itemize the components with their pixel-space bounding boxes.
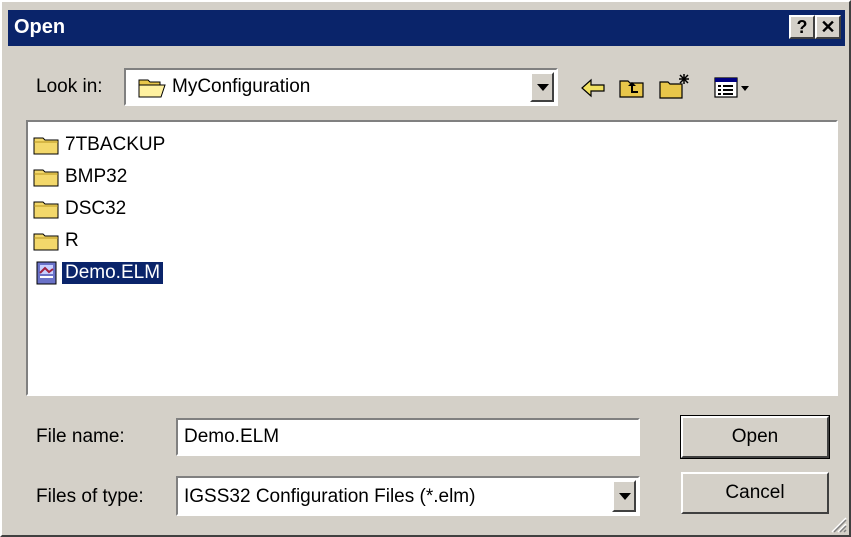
look-in-combobox[interactable]: MyConfiguration xyxy=(124,68,558,106)
list-item-label: BMP32 xyxy=(65,166,128,187)
title-bar[interactable]: Open ? ✕ xyxy=(8,10,845,46)
cancel-button[interactable]: Cancel xyxy=(681,472,829,514)
look-in-label: Look in: xyxy=(36,76,103,97)
folder-icon xyxy=(33,201,59,219)
elm-file-icon xyxy=(36,261,57,285)
list-item-label: 7TBACKUP xyxy=(65,134,166,155)
file-type-value: IGSS32 Configuration Files (*.elm) xyxy=(184,486,476,507)
file-list[interactable]: 7TBACKUP BMP32 DSC32 R Demo.ELM xyxy=(26,120,838,396)
look-in-value: MyConfiguration xyxy=(172,76,311,97)
close-button[interactable]: ✕ xyxy=(815,15,841,39)
file-type-dropdown-button[interactable] xyxy=(612,480,636,512)
open-dialog: Open ? ✕ Look in: MyConfiguration 7TBACK… xyxy=(0,0,851,537)
folder-icon xyxy=(33,169,59,187)
file-name-label: File name: xyxy=(36,426,125,447)
resize-grip-icon[interactable] xyxy=(829,515,847,533)
file-name-value: Demo.ELM xyxy=(184,426,280,447)
list-item[interactable]: BMP32 xyxy=(32,162,130,192)
file-type-label: Files of type: xyxy=(36,486,144,507)
back-arrow-icon[interactable] xyxy=(580,78,606,98)
folder-open-icon xyxy=(138,79,166,98)
window-title: Open xyxy=(14,16,66,38)
view-menu-icon[interactable] xyxy=(714,76,754,100)
list-item-selected[interactable]: Demo.ELM xyxy=(32,258,164,288)
file-type-combobox[interactable]: IGSS32 Configuration Files (*.elm) xyxy=(176,476,640,516)
new-folder-icon[interactable] xyxy=(658,72,692,100)
list-item[interactable]: DSC32 xyxy=(32,194,129,224)
folder-icon xyxy=(33,233,59,251)
list-item[interactable]: 7TBACKUP xyxy=(32,130,168,160)
look-in-dropdown-button[interactable] xyxy=(530,72,554,102)
list-item-label: Demo.ELM xyxy=(62,262,164,284)
list-item-label: DSC32 xyxy=(65,198,127,219)
help-button[interactable]: ? xyxy=(789,15,815,39)
list-item[interactable]: R xyxy=(32,226,82,256)
up-folder-icon[interactable] xyxy=(618,76,646,100)
open-button[interactable]: Open xyxy=(680,415,830,459)
list-item-label: R xyxy=(65,230,79,251)
file-name-field[interactable]: Demo.ELM xyxy=(176,418,640,456)
folder-icon xyxy=(33,137,59,155)
